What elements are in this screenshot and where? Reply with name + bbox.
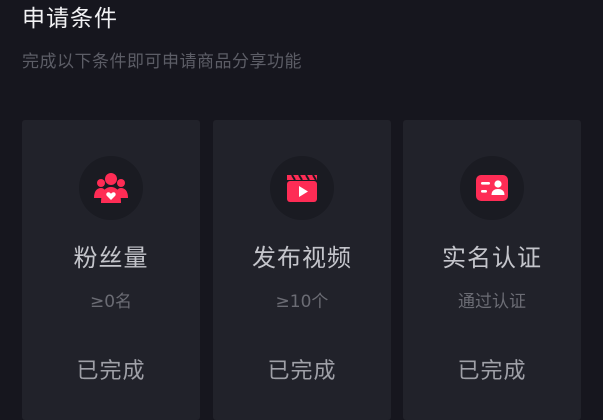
page-title: 申请条件 — [22, 6, 118, 32]
card-label: 粉丝量 — [73, 244, 149, 272]
card-requirement: 通过认证 — [458, 292, 526, 312]
requirement-card-video: 发布视频 ≥10个 已完成 — [213, 120, 391, 420]
page-subtitle: 完成以下条件即可申请商品分享功能 — [22, 52, 302, 72]
requirement-cards: 粉丝量 ≥0名 已完成 发布视频 ≥10个 已完成 实名认证 通过认证 已完成 — [22, 120, 582, 420]
icon-badge — [79, 156, 143, 220]
icon-badge — [460, 156, 524, 220]
card-requirement: ≥0名 — [89, 292, 133, 312]
id-card-icon — [476, 175, 508, 201]
card-status: 已完成 — [457, 359, 527, 384]
requirement-card-fans: 粉丝量 ≥0名 已完成 — [22, 120, 200, 420]
card-requirement: ≥10个 — [275, 292, 329, 312]
card-label: 发布视频 — [252, 244, 352, 272]
requirement-card-verification: 实名认证 通过认证 已完成 — [403, 120, 581, 420]
card-status: 已完成 — [267, 359, 337, 384]
icon-badge — [270, 156, 334, 220]
video-clapper-icon — [287, 174, 317, 202]
fans-icon — [94, 173, 128, 203]
card-status: 已完成 — [76, 359, 146, 384]
card-label: 实名认证 — [442, 244, 542, 272]
